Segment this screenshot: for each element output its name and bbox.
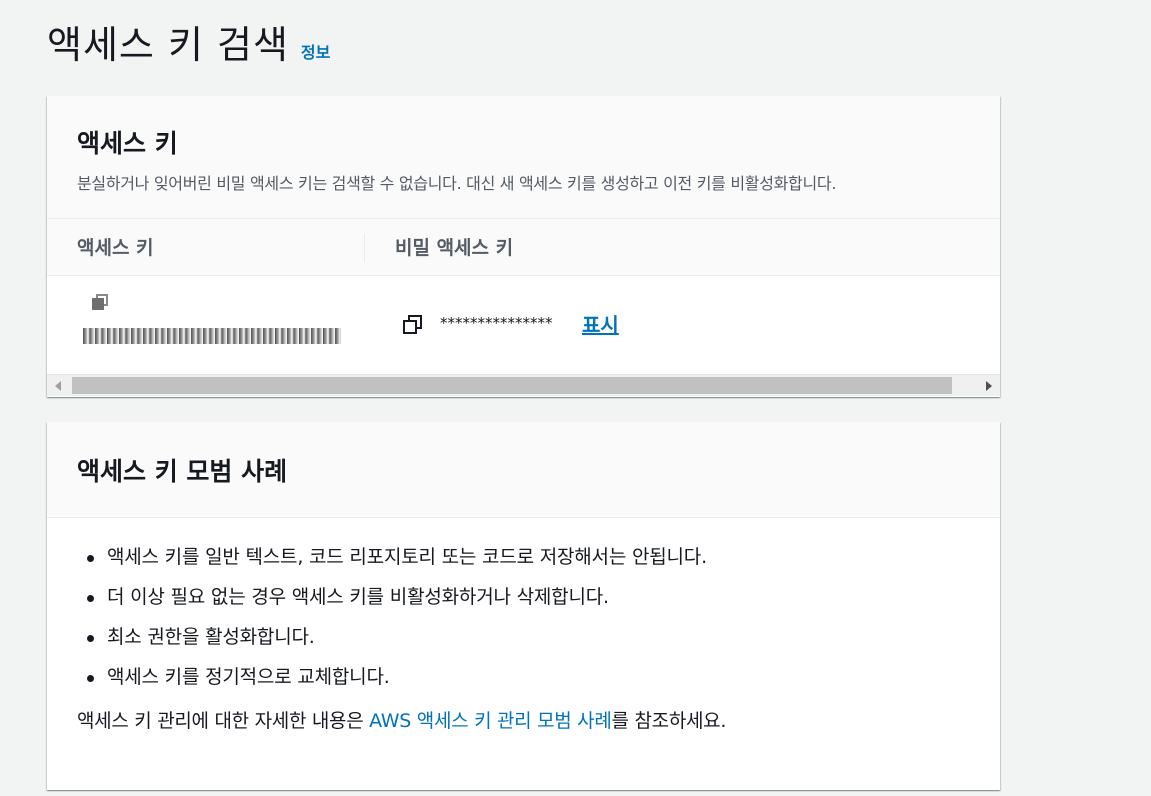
access-key-card-description: 분실하거나 잊어버린 비밀 액세스 키는 검색할 수 없습니다. 대신 새 액세… <box>77 174 837 193</box>
list-item: 최소 권한을 활성화합니다. <box>77 626 970 648</box>
best-practices-note: 액세스 키 관리에 대한 자세한 내용은 AWS 액세스 키 관리 모범 사례를… <box>77 706 970 733</box>
note-prefix: 액세스 키 관리에 대한 자세한 내용은 <box>77 710 370 732</box>
list-item: 액세스 키를 일반 텍스트, 코드 리포지토리 또는 코드로 저장해서는 안됩니… <box>77 546 970 568</box>
page-title: 액세스 키 검색 <box>47 23 289 67</box>
column-divider <box>364 234 365 262</box>
scroll-left-arrow-icon[interactable] <box>55 381 61 391</box>
access-key-table-header: 액세스 키 비밀 액세스 키 <box>47 219 1000 276</box>
horizontal-scrollbar[interactable] <box>47 374 1000 396</box>
access-key-card-title: 액세스 키 <box>77 129 178 158</box>
best-practices-card-title: 액세스 키 모범 사례 <box>77 457 288 486</box>
page: 액세스 키 검색 정보 액세스 키 분실하거나 잊어버린 비밀 액세스 키는 검… <box>0 0 1151 796</box>
access-key-card: 액세스 키 분실하거나 잊어버린 비밀 액세스 키는 검색할 수 없습니다. 대… <box>47 96 1000 397</box>
best-practices-card-body: 액세스 키를 일반 텍스트, 코드 리포지토리 또는 코드로 저장해서는 안됩니… <box>47 518 1000 733</box>
column-header-access-key: 액세스 키 <box>77 237 154 259</box>
access-key-value-obscured <box>83 328 341 344</box>
info-link[interactable]: 정보 <box>301 39 330 63</box>
show-secret-link[interactable]: 표시 <box>582 309 619 338</box>
access-key-card-header: 액세스 키 분실하거나 잊어버린 비밀 액세스 키는 검색할 수 없습니다. 대… <box>47 96 1000 219</box>
scroll-right-arrow-icon[interactable] <box>986 381 992 391</box>
note-suffix: 를 참조하세요. <box>611 710 727 732</box>
scrollbar-thumb[interactable] <box>72 377 952 394</box>
copy-access-key-icon[interactable] <box>92 294 108 310</box>
best-practices-card-header: 액세스 키 모범 사례 <box>47 422 1000 518</box>
best-practices-card: 액세스 키 모범 사례 액세스 키를 일반 텍스트, 코드 리포지토리 또는 코… <box>47 422 1000 790</box>
list-item: 더 이상 필요 없는 경우 액세스 키를 비활성화하거나 삭제합니다. <box>77 586 970 608</box>
table-row: *************** 표시 <box>47 276 1000 372</box>
column-header-secret-access-key: 비밀 액세스 키 <box>395 237 514 259</box>
secret-access-key-masked: *************** <box>440 314 553 332</box>
best-practices-doc-link[interactable]: AWS 액세스 키 관리 모범 사례 <box>369 710 612 732</box>
copy-secret-key-icon[interactable] <box>403 315 423 335</box>
best-practices-list: 액세스 키를 일반 텍스트, 코드 리포지토리 또는 코드로 저장해서는 안됩니… <box>77 546 970 688</box>
list-item: 액세스 키를 정기적으로 교체합니다. <box>77 666 970 688</box>
page-header: 액세스 키 검색 정보 <box>47 14 330 69</box>
